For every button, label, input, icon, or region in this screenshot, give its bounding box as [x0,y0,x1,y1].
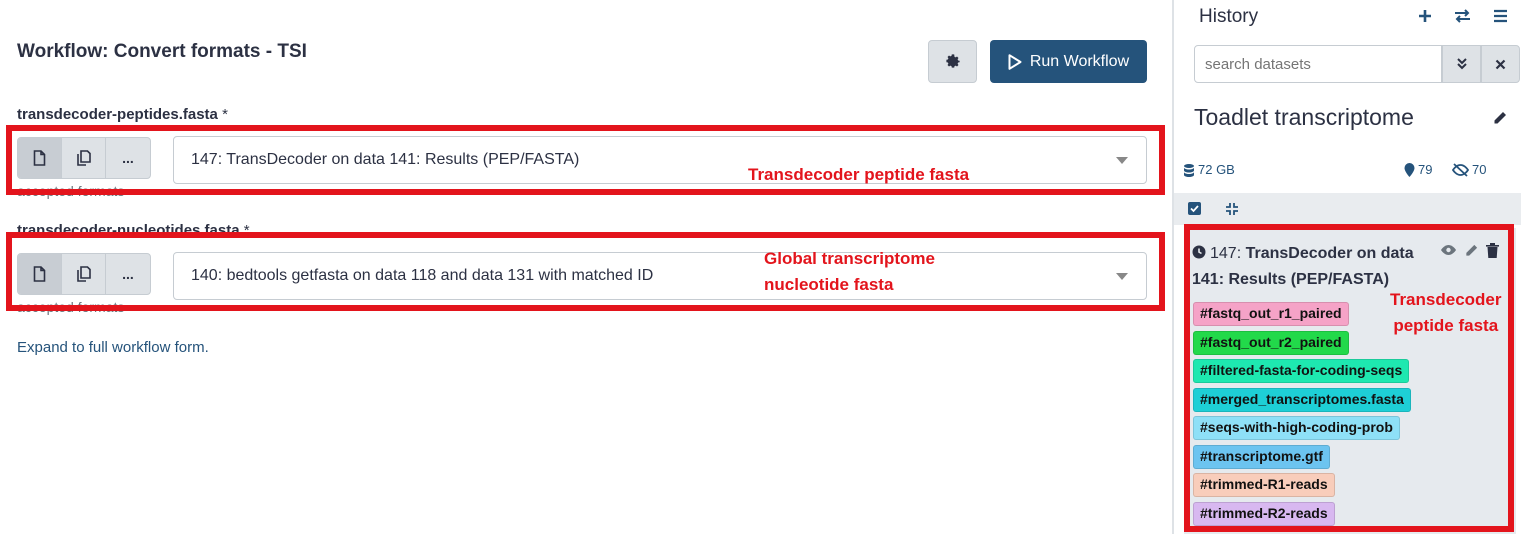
menu-icon [1494,9,1507,23]
input-label-peptides: transdecoder-peptides.fasta * [17,106,228,123]
workflow-run-panel: Workflow: Convert formats - TSI Run Work… [0,0,1172,534]
clear-search-button[interactable] [1481,45,1520,83]
play-icon [1008,53,1022,70]
annotation-peptide-label: Transdecoder peptide fasta [748,165,970,184]
select-items-button[interactable] [1188,202,1201,220]
annotation-box-history-dataset [1184,224,1514,532]
database-icon [1184,163,1194,177]
map-marker-icon [1404,162,1415,177]
run-workflow-button[interactable]: Run Workflow [990,40,1147,83]
annotation-global-label: Global transcriptome nucleotide fasta [764,249,935,294]
annotation-box-nucleotides [6,232,1165,311]
annotation-history-label: Transdecoder peptide fasta [1390,290,1502,335]
history-options-button[interactable] [1493,8,1508,29]
hidden-datasets-count[interactable]: 70 [1452,162,1486,177]
chevrons-down-icon [1456,58,1467,70]
workflow-title: Workflow: Convert formats - TSI [17,41,307,62]
compress-icon [1226,203,1238,215]
shown-datasets-count[interactable]: 79 [1404,162,1432,177]
gear-icon [945,53,960,68]
collapse-items-button[interactable] [1225,202,1239,221]
expand-full-form-link[interactable]: Expand to full workflow form. [17,339,209,356]
switch-history-button[interactable] [1454,8,1471,29]
create-history-button[interactable] [1417,8,1433,29]
pencil-icon [1494,112,1506,124]
check-square-icon [1188,202,1201,215]
history-panel: History Toadlet transcriptome 72 GB 79 7… [1174,0,1521,534]
search-datasets-input[interactable] [1194,45,1442,83]
history-toolbar [1174,193,1521,225]
history-name: Toadlet transcriptome [1194,104,1414,130]
history-panel-title: History [1199,6,1259,27]
history-size[interactable]: 72 GB [1183,162,1235,177]
workflow-settings-button[interactable] [928,40,977,83]
exchange-icon [1455,9,1470,23]
annotation-box-peptides [6,125,1165,195]
run-workflow-label: Run Workflow [1029,52,1130,70]
advanced-search-toggle[interactable] [1442,45,1481,83]
close-icon [1495,59,1506,69]
plus-icon [1419,10,1431,22]
edit-history-button[interactable] [1492,110,1508,131]
eye-slash-icon [1452,162,1469,177]
